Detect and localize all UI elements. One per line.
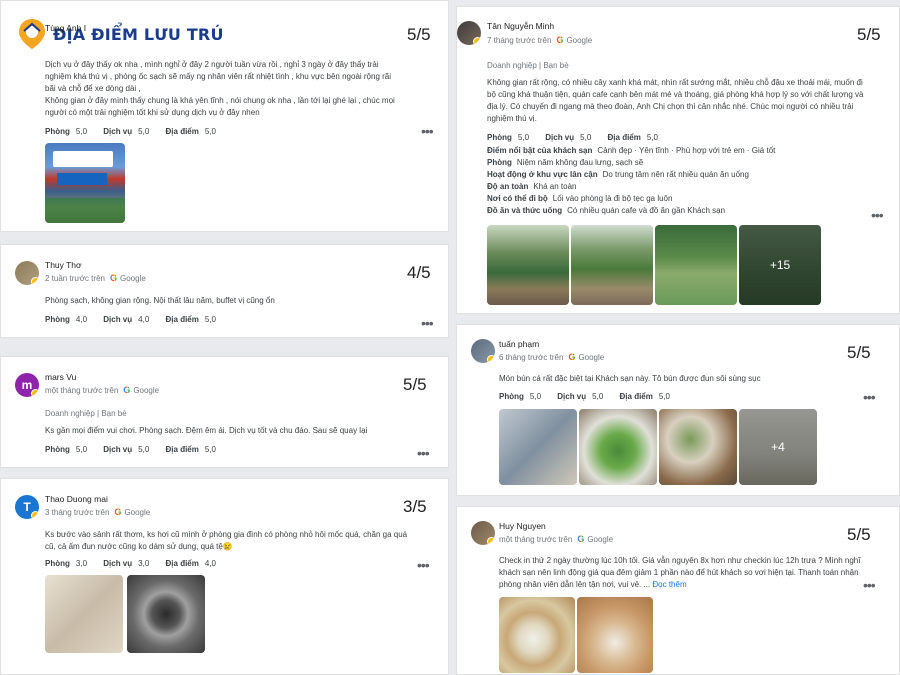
review-attribute: Độ an toàn Khá an toàn (487, 182, 577, 191)
review-ratings: Phòng 5,0 Dịch vụ 5,0 Địa điểm 5,0 (487, 133, 658, 142)
review-attribute: Điểm nổi bật của khách sạn Cảnh đẹp · Yên… (487, 146, 776, 155)
reviewer-name[interactable]: tuấn phạm (499, 339, 539, 349)
review-photo[interactable]: +15 (739, 225, 821, 305)
avatar[interactable] (15, 261, 39, 285)
review-attribute: Nơi có thể đi bộ Lối vào phòng là đi bộ t… (487, 194, 673, 203)
review-text: Ks bước vào sảnh rất thơm, ks hơi cũ mìn… (45, 530, 408, 551)
review-photo[interactable] (487, 225, 569, 305)
review-score: 4/5 (407, 263, 431, 282)
review-score: 5/5 (407, 25, 431, 44)
google-icon: G (577, 534, 585, 544)
review-photo[interactable] (577, 597, 653, 673)
review-score: 5/5 (857, 25, 881, 44)
local-guide-badge (31, 511, 39, 519)
review-card: Huy Nguyen một tháng trước trên G Google 5… (456, 506, 900, 675)
avatar[interactable] (471, 339, 495, 363)
more-options-icon[interactable]: ••• (421, 123, 434, 139)
google-icon: G (114, 507, 122, 517)
review-text: Phòng sạch, không gian rộng. Nội thất lâ… (45, 296, 275, 305)
review-card: T Thao Duong mai 3 tháng trước trên G Goog… (0, 478, 449, 675)
review-ratings: Phòng 5,0 Dịch vụ 5,0 Địa điểm 5,0 (45, 445, 216, 454)
google-icon: G (556, 35, 564, 45)
review-attribute: Hoạt động ở khu vực lân cận Do trung tâm … (487, 170, 749, 179)
review-photo[interactable] (499, 409, 577, 485)
reviewer-name[interactable]: Thuy Thơ (45, 260, 82, 270)
review-meta: 7 tháng trước trên G Google (487, 35, 593, 45)
review-meta: 6 tháng trước trên G Google (499, 352, 605, 362)
review-ratings: Phòng 4,0 Dịch vụ 4,0 Địa điểm 5,0 (45, 315, 216, 324)
review-card: m mars Vu một tháng trước trên G Google 5/… (0, 356, 449, 468)
local-guide-badge (487, 355, 495, 363)
review-score: 5/5 (403, 375, 427, 394)
avatar[interactable]: m (15, 373, 39, 397)
reviewer-name[interactable]: Tùng Anh I (45, 23, 86, 33)
review-photo[interactable] (655, 225, 737, 305)
review-meta: 2 tuần trước trên G Google (45, 273, 146, 283)
more-options-icon[interactable]: ••• (863, 389, 876, 405)
more-photos-count[interactable]: +15 (739, 225, 821, 305)
review-photo[interactable] (45, 143, 125, 223)
review-text: Check in thứ 2 ngày thường lúc 10h tối. … (499, 556, 861, 589)
reviewer-name[interactable]: Tân Nguyễn Minh (487, 21, 554, 31)
review-attribute: Phòng Niệm năm không đau lưng, sạch sẽ (487, 158, 644, 167)
review-ratings: Phòng 5,0 Dịch vụ 5,0 Địa điểm 5,0 (45, 127, 216, 136)
google-icon: G (123, 385, 131, 395)
reviewer-name[interactable]: Huy Nguyen (499, 521, 546, 531)
review-photo[interactable]: +4 (739, 409, 817, 485)
local-guide-badge (487, 537, 495, 545)
review-ratings: Phòng 5,0 Dịch vụ 5,0 Địa điểm 5,0 (499, 392, 670, 401)
google-icon: G (568, 352, 576, 362)
review-meta: 3 tháng trước trên G Google (45, 507, 151, 517)
more-options-icon[interactable]: ••• (863, 577, 876, 593)
review-photo[interactable] (127, 575, 205, 653)
avatar[interactable]: T (15, 495, 39, 519)
more-options-icon[interactable]: ••• (417, 557, 430, 573)
review-attribute: Đồ ăn và thức uống Có nhiều quán cafe và … (487, 206, 726, 215)
review-photo[interactable] (659, 409, 737, 485)
trip-type: Doanh nghiệp | Bạn bè (45, 409, 127, 418)
read-more-link[interactable]: Đọc thêm (652, 580, 686, 589)
local-guide-badge (31, 389, 39, 397)
review-photo[interactable] (571, 225, 653, 305)
review-text: Ks gần mọi điểm vui chơi. Phòng sạch. Đệ… (45, 426, 368, 435)
review-photo[interactable] (45, 575, 123, 653)
review-card: Thuy Thơ 2 tuần trước trên G Google 4/5 Ph… (0, 244, 449, 338)
review-meta: một tháng trước trên G Google (45, 385, 160, 395)
review-photo[interactable] (499, 597, 575, 673)
local-guide-badge (473, 37, 481, 45)
more-photos-count[interactable]: +4 (739, 409, 817, 485)
more-options-icon[interactable]: ••• (417, 445, 430, 461)
review-text: Món bún cá rất đặc biệt tại Khách sạn nà… (499, 374, 761, 383)
map-pin-icon (19, 19, 45, 49)
review-card: Tân Nguyễn Minh 7 tháng trước trên G Googl… (456, 6, 900, 314)
review-photo[interactable] (579, 409, 657, 485)
trip-type: Doanh nghiệp | Bạn bè (487, 61, 569, 70)
more-options-icon[interactable]: ••• (871, 207, 884, 223)
review-meta: một tháng trước trên G Google (499, 534, 614, 544)
reviewer-name[interactable]: mars Vu (45, 372, 76, 382)
avatar[interactable] (471, 521, 495, 545)
review-score: 3/5 (403, 497, 427, 516)
reviewer-name[interactable]: Thao Duong mai (45, 494, 108, 504)
review-score: 5/5 (847, 525, 871, 544)
review-card: tuấn phạm 6 tháng trước trên G Google 5/5 … (456, 324, 900, 496)
review-text: Dịch vụ ở đây thấy ok nha , mình nghỉ ở … (45, 60, 395, 117)
more-options-icon[interactable]: ••• (421, 315, 434, 331)
google-icon: G (109, 273, 117, 283)
review-ratings: Phòng 3,0 Dịch vụ 3,0 Địa điểm 4,0 (45, 559, 216, 568)
review-text: Không gian rất rộng, có nhiều cây xanh k… (487, 78, 864, 123)
review-card: ĐỊA ĐIỂM LƯU TRÚ Tùng Anh I 5/5 Dịch vụ … (0, 0, 449, 232)
local-guide-badge (31, 277, 39, 285)
review-score: 5/5 (847, 343, 871, 362)
avatar[interactable] (457, 21, 481, 45)
